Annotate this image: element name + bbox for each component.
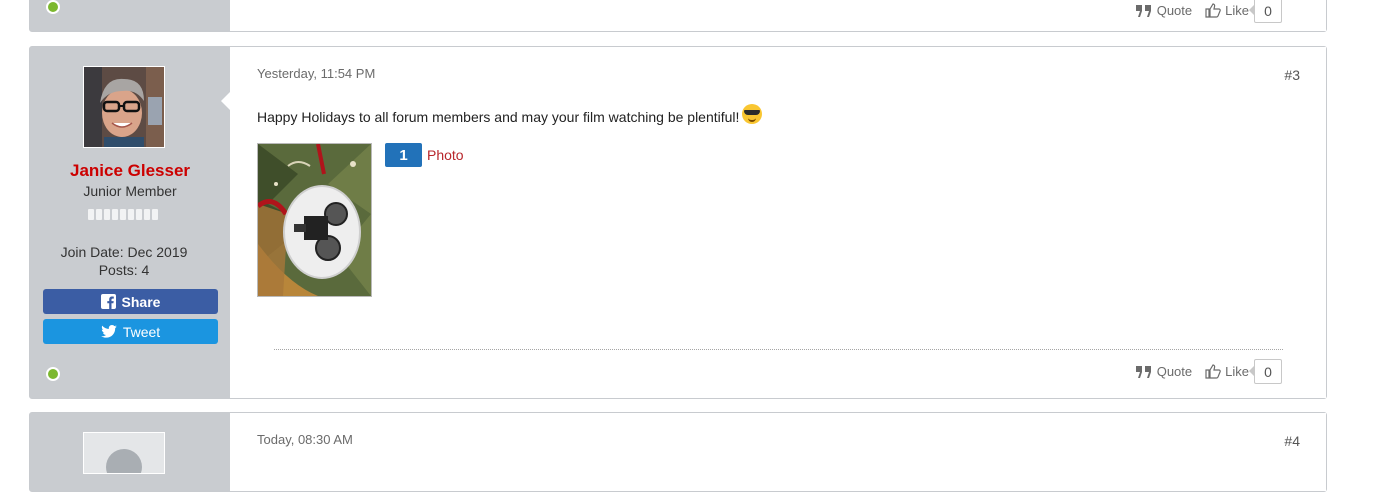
author-name[interactable]: Janice Glesser	[30, 161, 230, 181]
photo-count-badge: 1	[385, 143, 422, 167]
sunglasses-emoji-icon	[742, 104, 763, 124]
reputation-pip	[112, 209, 118, 220]
quote-label: Quote	[1156, 364, 1193, 379]
post-text: Happy Holidays to all forum members and …	[257, 109, 740, 125]
post-content: Yesterday, 11:54 PM #3 Happy Holidays to…	[221, 47, 1326, 398]
post-number-link[interactable]: #4	[1284, 433, 1300, 449]
post-timestamp: Yesterday, 11:54 PM	[257, 66, 376, 81]
post-number-link[interactable]: #3	[1284, 67, 1300, 83]
tweet-label: Tweet	[122, 323, 161, 340]
like-button[interactable]: Like	[1205, 3, 1249, 18]
thumbs-up-icon	[1205, 3, 1221, 18]
twitter-tweet-button[interactable]: Tweet	[43, 319, 218, 344]
previous-post: Quote Like 0	[29, 0, 1327, 32]
photo-label: Photo	[427, 147, 464, 163]
like-count: 0	[1249, 0, 1282, 23]
reputation-pip	[136, 209, 142, 220]
reputation-pip	[128, 209, 134, 220]
photo-attachment-link[interactable]: 1 Photo	[385, 143, 464, 167]
avatar-image	[84, 67, 164, 147]
like-button[interactable]: Like	[1205, 364, 1249, 379]
online-status-icon	[46, 367, 60, 381]
post-body: Happy Holidays to all forum members and …	[257, 104, 763, 127]
quote-icon	[1135, 4, 1151, 17]
reputation-pip	[144, 209, 150, 220]
previous-post-actions: Quote Like 0	[1135, 0, 1282, 23]
default-avatar[interactable]	[83, 432, 165, 474]
like-count: 0	[1249, 359, 1282, 384]
photo-thumbnail[interactable]	[257, 143, 372, 297]
reputation-bar	[88, 209, 158, 220]
reputation-pip	[104, 209, 110, 220]
post-content: Today, 08:30 AM #4	[231, 413, 1326, 491]
post-4: Today, 08:30 AM #4	[29, 412, 1327, 492]
post-actions: Quote Like 0	[1135, 359, 1282, 384]
online-status-icon	[46, 0, 60, 14]
reputation-pip	[88, 209, 94, 220]
ornament-photo	[258, 144, 371, 296]
like-label: Like	[1225, 3, 1249, 18]
avatar[interactable]	[83, 66, 165, 148]
post-timestamp: Today, 08:30 AM	[257, 432, 353, 447]
post-divider	[274, 349, 1283, 350]
reputation-pip	[120, 209, 126, 220]
thumbs-up-icon	[1205, 364, 1221, 379]
previous-post-content: Quote Like 0	[231, 0, 1326, 31]
previous-post-userbar	[30, 0, 230, 31]
reputation-pip	[96, 209, 102, 220]
facebook-icon	[100, 294, 116, 309]
twitter-icon	[101, 325, 117, 338]
quote-button[interactable]: Quote	[1135, 3, 1192, 18]
quote-icon	[1135, 365, 1151, 378]
post-author-panel	[30, 413, 230, 491]
quote-button[interactable]: Quote	[1135, 364, 1192, 379]
post-3: Janice Glesser Junior Member Join Date: …	[29, 46, 1327, 399]
speech-notch	[221, 91, 231, 111]
user-silhouette-icon	[106, 449, 142, 473]
facebook-share-button[interactable]: Share	[43, 289, 218, 314]
like-label: Like	[1225, 364, 1249, 379]
join-date: Join Date: Dec 2019	[60, 244, 188, 260]
reputation-pip	[152, 209, 158, 220]
quote-label: Quote	[1156, 3, 1193, 18]
share-label: Share	[121, 293, 161, 310]
post-author-panel: Janice Glesser Junior Member Join Date: …	[30, 47, 230, 398]
author-rank: Junior Member	[83, 183, 177, 199]
post-count: Posts: 4	[98, 262, 150, 278]
